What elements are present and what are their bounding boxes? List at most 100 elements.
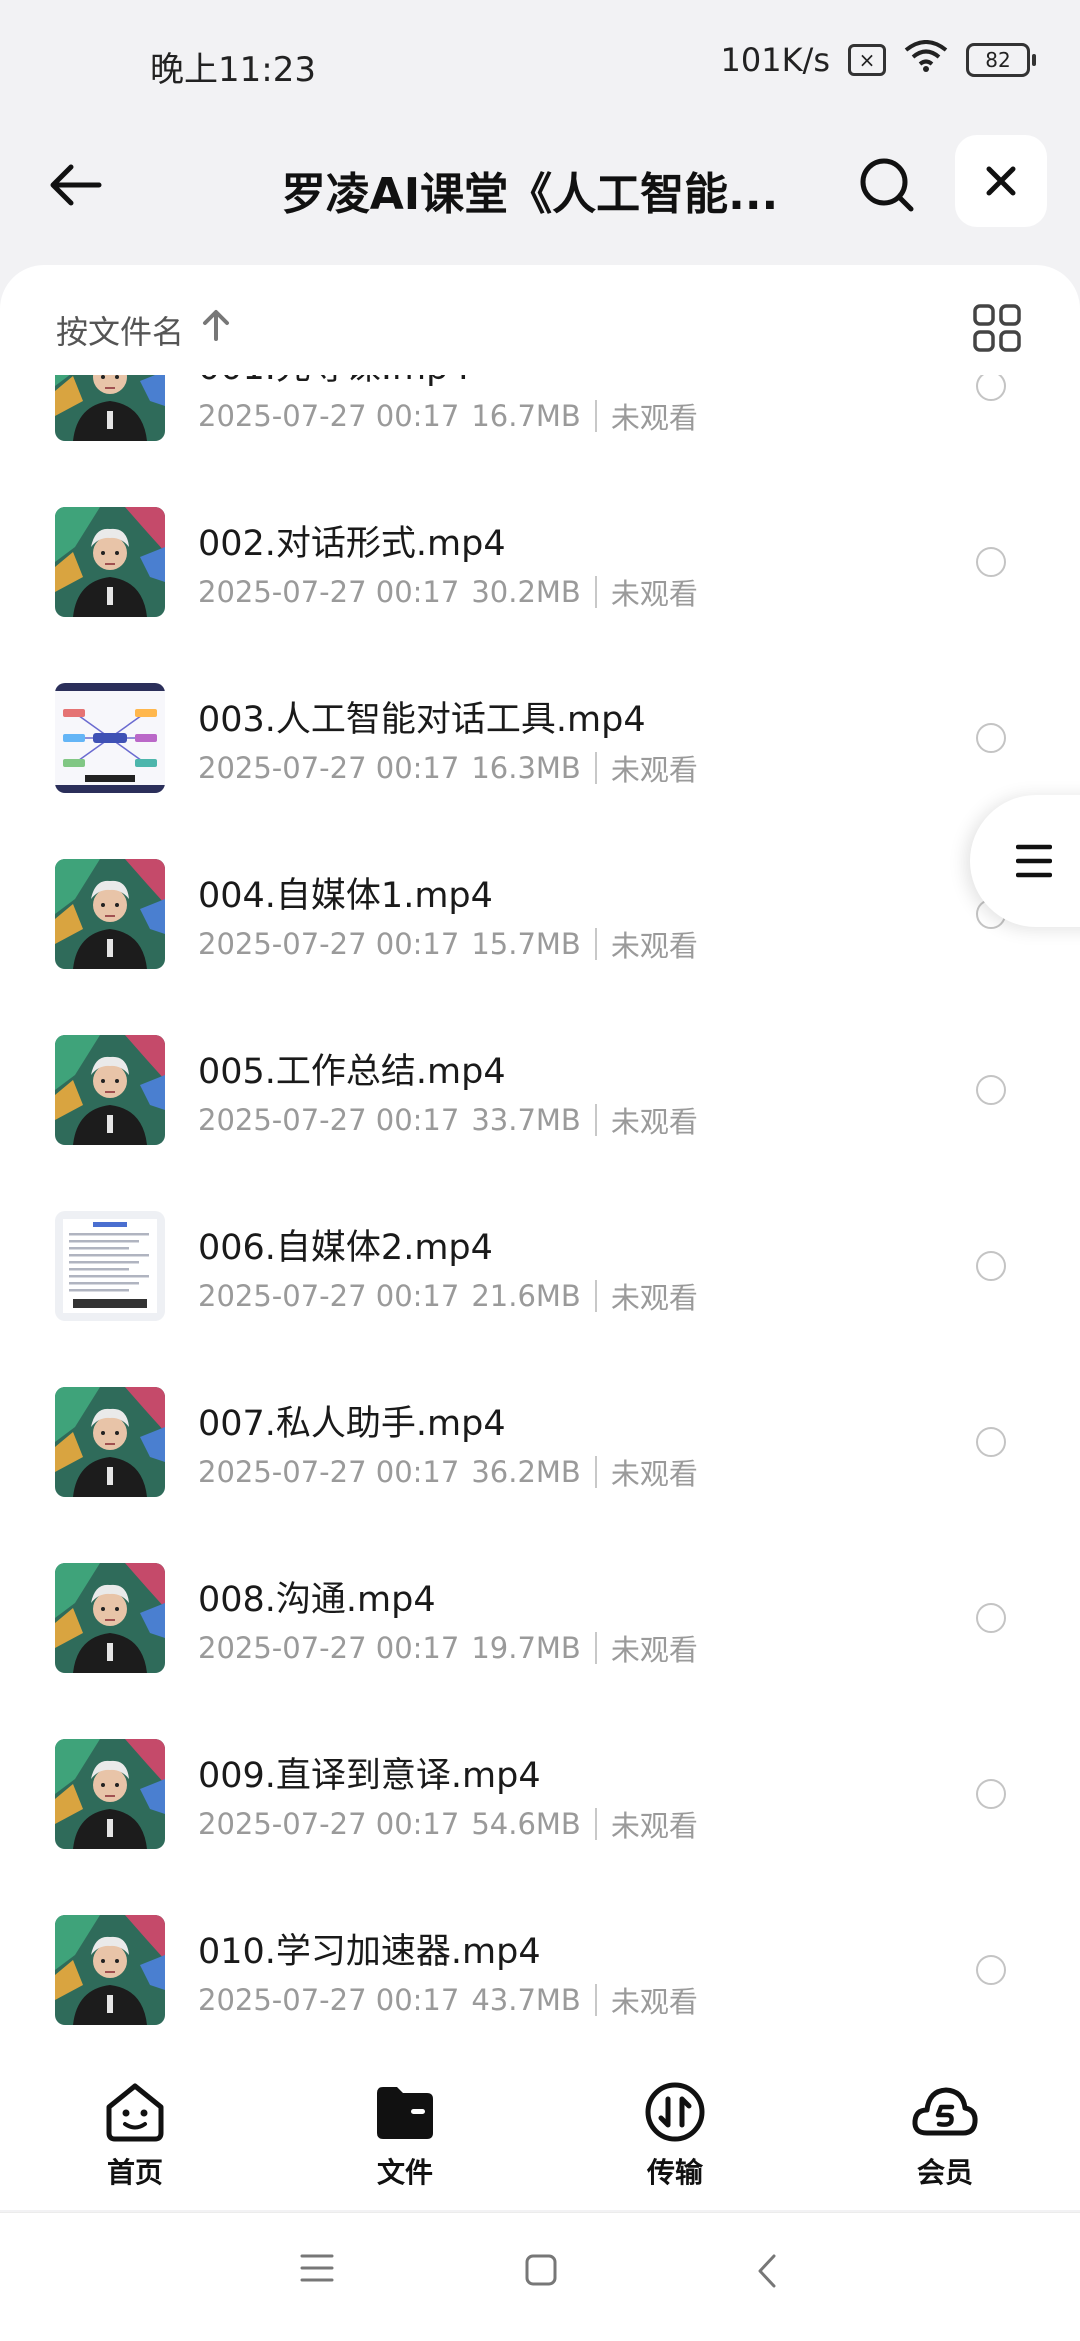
file-row[interactable]: 007.私人助手.mp4 2025-07-27 00:17 36.2MB 未观看 [0, 1361, 1080, 1537]
file-name: 004.自媒体1.mp4 [198, 876, 493, 916]
nav-files-label: 文件 [376, 2156, 433, 2189]
system-back-button[interactable] [756, 2253, 778, 2293]
nav-transfer[interactable]: 传输 [540, 2065, 810, 2210]
file-row[interactable]: 002.对话形式.mp4 2025-07-27 00:17 30.2MB 未观看 [0, 481, 1080, 657]
file-size: 54.6MB [471, 1807, 581, 1841]
file-name: 003.人工智能对话工具.mp4 [198, 700, 646, 740]
status-time: 晚上11:23 [150, 50, 316, 90]
file-meta: 2025-07-27 00:17 21.6MB 未观看 [198, 1275, 698, 1317]
select-radio[interactable] [976, 723, 1006, 753]
file-meta: 2025-07-27 00:17 19.7MB 未观看 [198, 1627, 698, 1669]
battery-icon: 82 [966, 43, 1036, 77]
file-name: 008.沟通.mp4 [198, 1580, 436, 1620]
watch-status: 未观看 [610, 401, 698, 435]
transfer-icon [645, 2082, 705, 2142]
meta-divider [594, 576, 597, 608]
file-list-panel: 按文件名 001.先导课.mp4 2025-07-27 00:17 16.7MB 未观… [0, 265, 1080, 2065]
nav-files[interactable]: 文件 [270, 2065, 540, 2210]
menu-lines-icon [1016, 844, 1052, 878]
video-thumbnail [55, 1563, 165, 1673]
home-button[interactable] [524, 2253, 558, 2291]
select-radio[interactable] [976, 1427, 1006, 1457]
select-radio[interactable] [976, 1075, 1006, 1105]
back-button[interactable] [40, 150, 110, 220]
video-thumbnail [55, 1739, 165, 1849]
file-meta: 2025-07-27 00:17 33.7MB 未观看 [198, 1099, 698, 1141]
file-name: 007.私人助手.mp4 [198, 1404, 506, 1444]
file-row[interactable]: 001.先导课.mp4 2025-07-27 00:17 16.7MB 未观看 [0, 375, 1080, 481]
network-speed: 101K/s [720, 41, 830, 79]
select-radio[interactable] [976, 1779, 1006, 1809]
recent-apps-icon [300, 2254, 334, 2282]
search-button[interactable] [852, 150, 922, 220]
video-thumbnail [55, 507, 165, 617]
file-row[interactable]: 004.自媒体1.mp4 2025-07-27 00:17 15.7MB 未观看 [0, 833, 1080, 1009]
video-thumbnail [55, 1035, 165, 1145]
status-bar: 晚上11:23 101K/s × 82 [0, 0, 1080, 130]
select-radio[interactable] [976, 1955, 1006, 1985]
meta-divider [594, 1104, 597, 1136]
page-title: 罗凌AI课堂《人工智能... [281, 169, 779, 220]
file-name: 001.先导课.mp4 [198, 375, 471, 390]
file-meta: 2025-07-27 00:17 30.2MB 未观看 [198, 571, 698, 613]
search-icon [860, 158, 914, 212]
meta-divider [594, 1808, 597, 1840]
sort-bar: 按文件名 [0, 265, 1080, 375]
watch-status: 未观看 [610, 1281, 698, 1315]
file-meta: 2025-07-27 00:17 36.2MB 未观看 [198, 1451, 698, 1493]
bottom-nav: 首页 文件 传输 会员 [0, 2065, 1080, 2210]
watch-status: 未观看 [610, 1985, 698, 2019]
nav-vip[interactable]: 会员 [810, 2065, 1080, 2210]
file-date: 2025-07-27 00:17 [198, 751, 460, 785]
file-row[interactable]: 009.直译到意译.mp4 2025-07-27 00:17 54.6MB 未观看 [0, 1713, 1080, 1889]
select-radio[interactable] [976, 1603, 1006, 1633]
file-row[interactable]: 010.学习加速器.mp4 2025-07-27 00:17 43.7MB 未观看 [0, 1889, 1080, 2035]
file-list[interactable]: 001.先导课.mp4 2025-07-27 00:1716.7MB未观看 002.… [0, 375, 1080, 2035]
nav-vip-label: 会员 [916, 2156, 973, 2189]
file-meta: 2025-07-27 00:17 54.6MB 未观看 [198, 1803, 698, 1845]
file-row[interactable]: 006.自媒体2.mp4 2025-07-27 00:17 21.6MB 未观看 [0, 1185, 1080, 1361]
home-square-icon [525, 2254, 557, 2286]
video-thumbnail [55, 859, 165, 969]
video-thumbnail [55, 1211, 165, 1321]
nav-home[interactable]: 首页 [0, 2065, 270, 2210]
recent-apps-button[interactable] [300, 2253, 334, 2287]
meta-divider [594, 1632, 597, 1664]
file-date: 2025-07-27 00:17 [198, 575, 460, 609]
watch-status: 未观看 [610, 577, 698, 611]
file-size: 33.7MB [471, 1103, 581, 1137]
file-date: 2025-07-27 00:17 [198, 1103, 460, 1137]
watch-status: 未观看 [610, 929, 698, 963]
close-icon [986, 166, 1016, 196]
file-date: 2025-07-27 00:17 [198, 1807, 460, 1841]
video-thumbnail [55, 375, 165, 441]
close-button[interactable] [955, 135, 1047, 227]
select-radio[interactable] [976, 1251, 1006, 1281]
file-date: 2025-07-27 00:17 [198, 399, 460, 433]
watch-status: 未观看 [610, 753, 698, 787]
file-row[interactable]: 003.人工智能对话工具.mp4 2025-07-27 00:17 16.3MB 未观… [0, 657, 1080, 833]
video-thumbnail [55, 1915, 165, 2025]
file-date: 2025-07-27 00:17 [198, 1631, 460, 1665]
meta-divider [594, 1456, 597, 1488]
file-size: 43.7MB [471, 1983, 581, 2017]
file-name: 002.对话形式.mp4 [198, 524, 506, 564]
file-date: 2025-07-27 00:17 [198, 1983, 460, 2017]
sort-ascending-icon[interactable] [202, 309, 230, 345]
file-name: 010.学习加速器.mp4 [198, 1932, 541, 1972]
file-row[interactable]: 008.沟通.mp4 2025-07-27 00:17 19.7MB 未观看 [0, 1537, 1080, 1713]
file-size: 30.2MB [471, 575, 581, 609]
sort-by-name-button[interactable]: 按文件名 [56, 307, 184, 353]
file-meta: 2025-07-27 00:17 15.7MB 未观看 [198, 923, 698, 965]
file-row[interactable]: 005.工作总结.mp4 2025-07-27 00:17 33.7MB 未观看 [0, 1009, 1080, 1185]
select-radio[interactable] [976, 547, 1006, 577]
watch-status: 未观看 [610, 1457, 698, 1491]
watch-status: 未观看 [610, 1105, 698, 1139]
nav-home-label: 首页 [106, 2156, 163, 2189]
select-radio[interactable] [976, 375, 1006, 401]
file-meta: 2025-07-27 00:17 16.7MB 未观看 [198, 395, 698, 437]
grid-view-icon[interactable] [972, 303, 1022, 357]
meta-divider [594, 1984, 597, 2016]
meta-divider [594, 400, 597, 432]
wifi-icon [904, 40, 948, 80]
